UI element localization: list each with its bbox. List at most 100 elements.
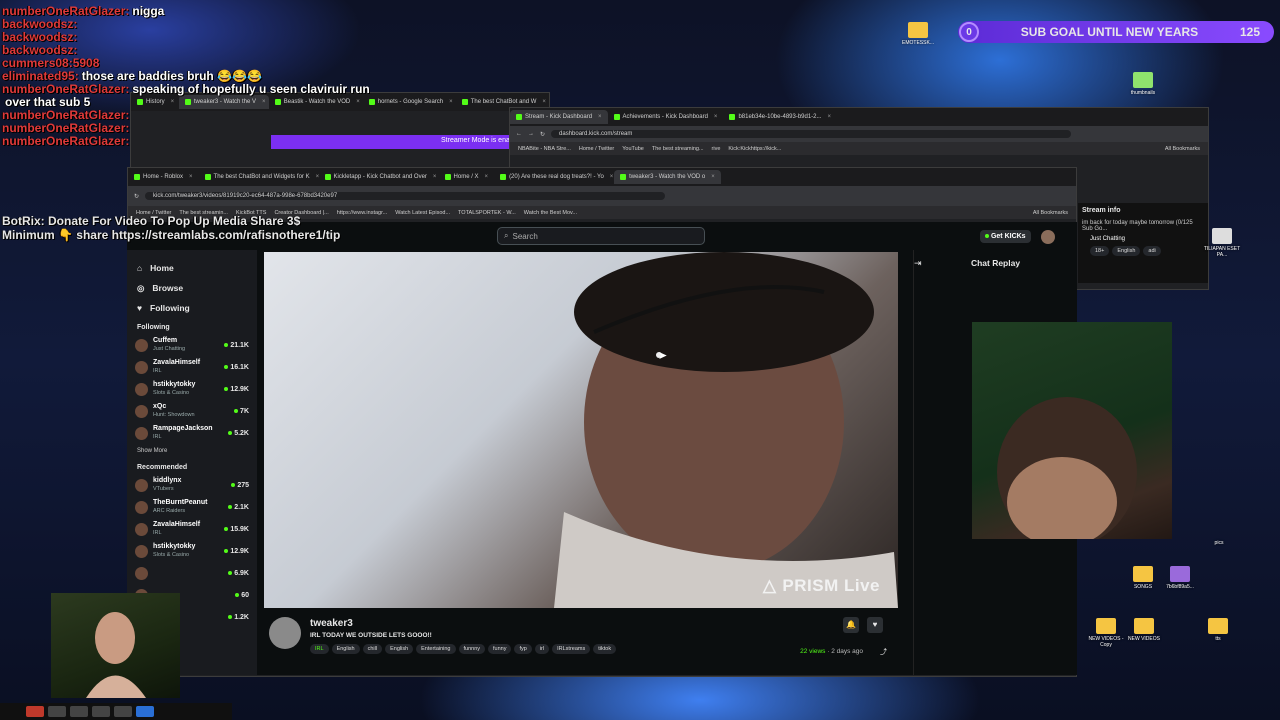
video-tag[interactable]: irl bbox=[534, 644, 550, 654]
desktop-icon-image[interactable]: 7b6bf89a5... bbox=[1163, 566, 1197, 590]
search-input[interactable]: ⌕ Search bbox=[497, 227, 705, 245]
taskbar-app-icon[interactable] bbox=[114, 706, 132, 717]
forward-icon[interactable]: → bbox=[528, 131, 534, 137]
desktop-icon-thumbnails[interactable]: thumbnails bbox=[1123, 72, 1163, 96]
desktop-icon-tiliapan[interactable]: TILIAPAN ESET PA... bbox=[1202, 228, 1242, 258]
channel-row[interactable]: 6.9K bbox=[127, 562, 257, 584]
desktop-icon-new-videos-copy[interactable]: NEW VIDEOS - Copy bbox=[1088, 618, 1124, 648]
channel-row[interactable]: xQc Hunt: Showdown 7K bbox=[127, 400, 257, 422]
kick-page: ⌕ Search Get KICKs ⌂ Home ◎ Browse ♥ Followin… bbox=[127, 222, 1077, 675]
video-tag[interactable]: chill bbox=[362, 644, 383, 654]
close-tab-icon[interactable]: × bbox=[711, 174, 715, 180]
channel-name: hstikkytokky bbox=[153, 543, 196, 550]
sidebar-item-home[interactable]: ⌂ Home bbox=[127, 258, 257, 278]
bookmark-item[interactable]: Watch the Best Mov... bbox=[524, 210, 577, 216]
bookmark-item[interactable]: TOTALSPORTEK - W... bbox=[458, 210, 516, 216]
close-tab-icon[interactable]: × bbox=[598, 114, 602, 120]
all-bookmarks[interactable]: All Bookmarks bbox=[1033, 210, 1068, 216]
address-bar[interactable]: ↻ kick.com/tweaker3/videos/81919c20-ec64… bbox=[128, 186, 1076, 206]
back-icon[interactable]: ← bbox=[516, 131, 522, 137]
url-field[interactable]: dashboard.kick.com/stream bbox=[551, 130, 1072, 138]
close-tab-icon[interactable]: × bbox=[189, 174, 193, 180]
video-tag[interactable]: English bbox=[331, 644, 360, 654]
browser-tab[interactable]: (20) Are these real dog treats?! - Yo × bbox=[494, 170, 614, 184]
channel-row[interactable]: hstikkytokky Slots & Casino 12.9K bbox=[127, 540, 257, 562]
channel-row[interactable]: TheBurntPeanut ARC Raiders 2.1K bbox=[127, 496, 257, 518]
share-icon[interactable]: ⤴ bbox=[880, 647, 887, 657]
desktop-icon-tts[interactable]: tts bbox=[1205, 618, 1231, 642]
streamer-avatar[interactable] bbox=[269, 617, 301, 649]
bookmark-item[interactable]: Home / Twitter bbox=[579, 146, 614, 152]
bookmark-item[interactable]: The best streaming... bbox=[652, 146, 704, 152]
bookmark-item[interactable]: NBABite - NBA Stre... bbox=[518, 146, 571, 152]
browser-tab[interactable]: The best ChatBot and Widgets for K × bbox=[199, 170, 319, 184]
show-more-link[interactable]: Show More bbox=[127, 444, 257, 458]
avatar[interactable] bbox=[1041, 230, 1055, 244]
browser-tab[interactable]: b81eb34e-10be-4893-b9d1-2... × bbox=[723, 110, 837, 124]
desktop-icon-songs[interactable]: SONGS bbox=[1128, 566, 1158, 590]
browser-tab[interactable]: tweaker3 - Watch the VOD o × bbox=[614, 170, 721, 184]
close-tab-icon[interactable]: × bbox=[485, 174, 489, 180]
taskbar-app-icon[interactable] bbox=[70, 706, 88, 717]
video-tag[interactable]: IRLstreams bbox=[552, 644, 591, 654]
reload-icon[interactable]: ↻ bbox=[540, 131, 545, 138]
browser-tab[interactable]: History × bbox=[131, 95, 179, 109]
video-tag[interactable]: English bbox=[385, 644, 414, 654]
notify-bell-button[interactable]: 🔔 bbox=[843, 617, 859, 633]
channel-row[interactable]: ZavalaHimself IRL 15.9K bbox=[127, 518, 257, 540]
address-bar[interactable]: ← → ↻ dashboard.kick.com/stream bbox=[510, 126, 1208, 142]
sidebar-item-browse[interactable]: ◎ Browse bbox=[127, 278, 257, 298]
browser-tab[interactable]: Kickletapp - Kick Chatbot and Over × bbox=[319, 170, 439, 184]
following-list: Cuffem Just Chatting 21.1K ZavalaHimself IRL… bbox=[127, 334, 257, 444]
close-tab-icon[interactable]: × bbox=[433, 174, 437, 180]
streamer-name[interactable]: tweaker3 bbox=[310, 618, 353, 629]
browser-tab[interactable]: Home - Roblox × bbox=[128, 170, 199, 184]
channel-row[interactable]: Cuffem Just Chatting 21.1K bbox=[127, 334, 257, 356]
video-tag[interactable]: funny bbox=[488, 644, 512, 654]
video-player[interactable]: △ PRISM Live bbox=[264, 252, 898, 608]
browser-tab[interactable]: tweaker3 - Watch the V × bbox=[178, 95, 269, 109]
video-tag[interactable]: funnny bbox=[458, 644, 486, 654]
all-bookmarks[interactable]: All Bookmarks bbox=[1165, 146, 1200, 152]
bookmark-item[interactable]: YouTube bbox=[622, 146, 644, 152]
reload-icon[interactable]: ↻ bbox=[134, 193, 139, 200]
taskbar-app-icon[interactable] bbox=[26, 706, 44, 717]
viewer-count: 5.2K bbox=[228, 430, 249, 437]
close-tab-icon[interactable]: × bbox=[610, 174, 614, 180]
close-tab-icon[interactable]: × bbox=[262, 99, 266, 105]
channel-row[interactable]: kiddlynx VTubers 275 bbox=[127, 474, 257, 496]
browser-tab[interactable]: hornets - Google Search × bbox=[363, 95, 456, 109]
bookmark-item[interactable]: Watch Latest Episod... bbox=[395, 210, 450, 216]
channel-row[interactable]: RampageJackson IRL 5.2K bbox=[127, 422, 257, 444]
channel-row[interactable]: ZavalaHimself IRL 16.1K bbox=[127, 356, 257, 378]
desktop-icon-pics[interactable]: pics bbox=[1204, 540, 1234, 546]
live-dot-icon bbox=[228, 571, 233, 575]
browser-tab[interactable]: Home / X × bbox=[439, 170, 495, 184]
follow-heart-button[interactable]: ♥ bbox=[867, 617, 883, 633]
bookmark-item[interactable]: rive bbox=[712, 146, 721, 152]
video-tag[interactable]: IRL bbox=[310, 644, 329, 654]
sidebar-item-following[interactable]: ♥ Following bbox=[127, 298, 257, 318]
bookmark-item[interactable]: https://www.instagr... bbox=[337, 210, 387, 216]
browser-tab[interactable]: Achievements - Kick Dashboard × bbox=[608, 110, 724, 124]
taskbar-app-icon[interactable] bbox=[92, 706, 110, 717]
channel-row[interactable]: hstikkytokky Slots & Casino 12.9K bbox=[127, 378, 257, 400]
video-tag[interactable]: Entertaining bbox=[416, 644, 456, 654]
video-tag[interactable]: tiktok bbox=[593, 644, 617, 654]
close-tab-icon[interactable]: × bbox=[356, 99, 360, 105]
taskbar-app-icon[interactable] bbox=[136, 706, 154, 717]
browser-tab[interactable]: Beastik - Watch the VOD × bbox=[269, 95, 363, 109]
browser-tab[interactable]: Stream - Kick Dashboard × bbox=[510, 110, 608, 124]
url-field[interactable]: kick.com/tweaker3/videos/81919c20-ec64-4… bbox=[145, 192, 666, 200]
close-tab-icon[interactable]: × bbox=[449, 99, 453, 105]
close-tab-icon[interactable]: × bbox=[714, 114, 718, 120]
close-tab-icon[interactable]: × bbox=[171, 99, 175, 105]
get-kicks-button[interactable]: Get KICKs bbox=[980, 230, 1031, 243]
desktop-icon-new-videos[interactable]: NEW VIDEOS bbox=[1124, 618, 1164, 642]
desktop-icon-emotes[interactable]: EMOTESSK... bbox=[900, 22, 936, 46]
close-tab-icon[interactable]: × bbox=[828, 114, 832, 120]
close-tab-icon[interactable]: × bbox=[542, 99, 546, 105]
taskbar-app-icon[interactable] bbox=[48, 706, 66, 717]
bookmark-item[interactable]: Kick:Kickhttps://kick... bbox=[728, 146, 781, 152]
video-tag[interactable]: fyp bbox=[514, 644, 532, 654]
